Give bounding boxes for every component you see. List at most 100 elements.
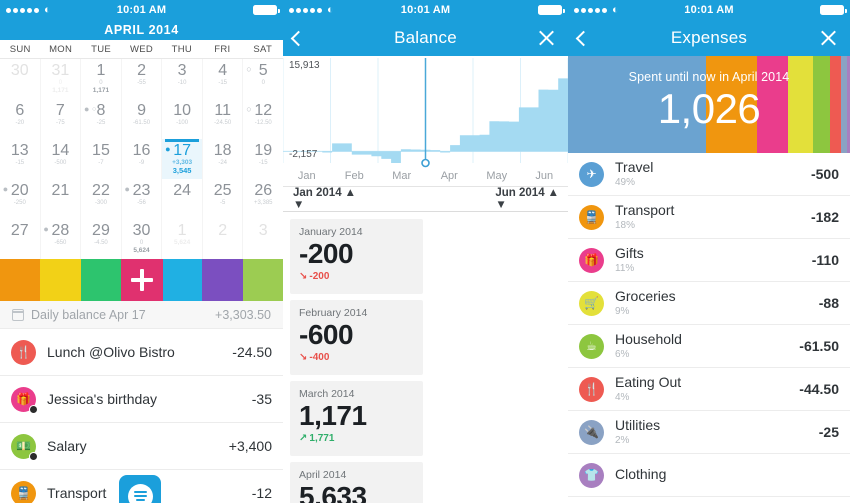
expense-category-row[interactable]: 🍴 Eating Out 4% -44.50: [568, 368, 850, 411]
month-summary-card[interactable]: February 2014 -600 ↘ -400: [290, 300, 423, 375]
list-view-fab-button[interactable]: [119, 475, 161, 503]
calendar-day-cell[interactable]: 1 5,624: [162, 219, 203, 259]
day-total: 5,624: [133, 247, 150, 254]
calendar-day-cell[interactable]: 6 -20: [0, 99, 41, 139]
expense-percentage: 49%: [615, 177, 636, 188]
event-circle-icon: ○: [91, 106, 97, 113]
cutlery-icon: 🍴: [579, 376, 604, 402]
expense-category-row[interactable]: 🎁 Gifts 11% -110: [568, 239, 850, 282]
transaction-row[interactable]: 💵 Salary +3,400: [0, 423, 283, 470]
transaction-row[interactable]: 🚆 Transport -12: [0, 470, 283, 503]
calendar-day-cell[interactable]: 27: [0, 219, 41, 259]
day-number: 6: [15, 102, 25, 119]
calendar-day-cell[interactable]: 14 -500: [41, 139, 82, 179]
category-color-swatch[interactable]: [0, 259, 41, 301]
status-bar: ◐ 10:01 AM: [283, 0, 568, 20]
calendar-day-cell[interactable]: 15 -7: [81, 139, 122, 179]
balance-navbar: Balance: [283, 20, 568, 56]
expense-percentage: 6%: [615, 349, 630, 360]
calendar-day-cell[interactable]: ● 28 -650: [41, 219, 82, 259]
range-to-selector[interactable]: Jun 2014 ▲ ▼: [495, 187, 559, 211]
calendar-icon: [11, 308, 25, 321]
month-summary-card[interactable]: April 20145,633↗4,462: [290, 462, 423, 503]
calendar-day-cell[interactable]: 16 -9: [122, 139, 163, 179]
expense-category-name: Groceries: [615, 288, 676, 304]
gift-icon: 🎁: [579, 247, 604, 273]
calendar-day-cell[interactable]: 26 +3,385: [243, 179, 283, 219]
expense-category-name: Transport: [615, 202, 675, 218]
category-color-swatch[interactable]: [40, 259, 81, 301]
calendar-day-cell[interactable]: 22 -300: [81, 179, 122, 219]
expense-category-row[interactable]: ☕ Household 6% -61.50: [568, 325, 850, 368]
calendar-day-cell[interactable]: 7 -75: [41, 99, 82, 139]
close-button[interactable]: [819, 20, 838, 56]
calendar-day-cell[interactable]: 19 -15: [243, 139, 283, 179]
category-color-swatch[interactable]: [202, 259, 243, 301]
expense-amount: -182: [810, 209, 839, 225]
calendar-day-cell[interactable]: 18 -24: [203, 139, 244, 179]
month-summary-card[interactable]: March 2014 1,171 ↗ 1,771: [290, 381, 423, 456]
daily-balance-amount: +3,303.50: [215, 307, 271, 322]
add-transaction-button[interactable]: [120, 259, 163, 301]
calendar-day-cell[interactable]: 9 -61.50: [122, 99, 163, 139]
day-delta: -75: [56, 120, 65, 126]
weekday-label: WED: [129, 44, 154, 55]
card-month-label: January 2014: [299, 226, 363, 238]
calendar-day-cell[interactable]: ○ 5 0: [243, 59, 283, 99]
calendar-day-cell[interactable]: 13 -15: [0, 139, 41, 179]
expense-category-row[interactable]: 🛒 Groceries 9% -88: [568, 282, 850, 325]
calendar-weekday-header: SUN MON TUE WED THU FRI SAT: [0, 40, 283, 59]
expense-category-row[interactable]: 🔌 Utilities 2% -25: [568, 411, 850, 454]
category-color-swatch[interactable]: [161, 259, 203, 301]
calendar-day-cell[interactable]: 24: [162, 179, 203, 219]
close-button[interactable]: [537, 20, 556, 56]
calendar-day-cell[interactable]: 29 -4.50: [81, 219, 122, 259]
calendar-day-cell[interactable]: ○ 12 -12.50: [243, 99, 283, 139]
calendar-day-today[interactable]: ● 17 +3,303 3,545: [162, 139, 203, 179]
back-button[interactable]: [290, 20, 307, 56]
day-number: 31: [51, 62, 70, 79]
transaction-amount: -35: [251, 391, 272, 407]
calendar-day-cell[interactable]: 3: [243, 219, 283, 259]
date-range-bar: Jan 2014 ▲ ▼ Jun 2014 ▲ ▼: [283, 186, 568, 212]
day-delta: 0: [99, 80, 103, 86]
calendar-day-cell[interactable]: 21: [41, 179, 82, 219]
category-color-swatch[interactable]: [80, 259, 122, 301]
day-delta: -15: [218, 80, 228, 86]
transaction-name: Salary: [47, 438, 87, 454]
transaction-row[interactable]: 🎁 Jessica's birthday -35: [0, 376, 283, 423]
calendar-day-cell[interactable]: ● 23 -56: [122, 179, 163, 219]
day-delta: -500: [54, 160, 67, 166]
day-delta: 0: [139, 240, 144, 246]
transaction-row[interactable]: 🍴 Lunch @Olivo Bistro -24.50: [0, 329, 283, 376]
calendar-day-cell[interactable]: 31 0 1,171: [41, 59, 82, 99]
calendar-day-cell[interactable]: 10 -100: [162, 99, 203, 139]
category-color-swatch[interactable]: [242, 259, 283, 301]
calendar-day-cell[interactable]: 2: [203, 219, 244, 259]
month-summary-card[interactable]: January 2014 -200 ↘ -200: [290, 219, 423, 294]
balance-chart[interactable]: 15,913 -2,157 Jan Feb Mar Apr May Jun: [283, 56, 568, 186]
calendar-day-cell[interactable]: 25 -5: [203, 179, 244, 219]
day-delta: -7: [98, 160, 104, 166]
calendar-day-cell[interactable]: 11 -24.50: [203, 99, 244, 139]
calendar-day-cell[interactable]: 30: [0, 59, 41, 99]
calendar-day-cell[interactable]: 3 -10: [162, 59, 203, 99]
back-button[interactable]: [575, 20, 592, 56]
day-delta: -5: [220, 200, 226, 206]
expense-category-row[interactable]: 🚆 Transport 18% -182: [568, 196, 850, 239]
expense-category-row[interactable]: 👕 Clothing: [568, 454, 850, 497]
expense-category-row[interactable]: ✈ Travel 49% -500: [568, 153, 850, 196]
calendar-day-cell[interactable]: 30 0 5,624: [122, 219, 163, 259]
calendar-day-cell[interactable]: ● 20 -250: [0, 179, 41, 219]
calendar-day-cell[interactable]: 1 0 1,171: [81, 59, 122, 99]
calendar-day-cell[interactable]: ● ○ 8 -25: [81, 99, 122, 139]
transaction-name: Lunch @Olivo Bistro: [47, 344, 175, 360]
calendar-day-cell[interactable]: 4 -15: [203, 59, 244, 99]
calendar-week-row: 27 ● 28 -650 29 -4.50 30 0 5,624 1 5,624 2 3: [0, 219, 283, 259]
calendar-day-cell[interactable]: 2 -55: [122, 59, 163, 99]
expense-category-name: Household: [615, 331, 682, 347]
range-from-selector[interactable]: Jan 2014 ▲ ▼: [293, 187, 356, 211]
expense-percentage: 2%: [615, 435, 630, 446]
status-time: 10:01 AM: [400, 4, 451, 16]
daily-balance-row: Daily balance Apr 17 +3,303.50: [0, 301, 283, 329]
